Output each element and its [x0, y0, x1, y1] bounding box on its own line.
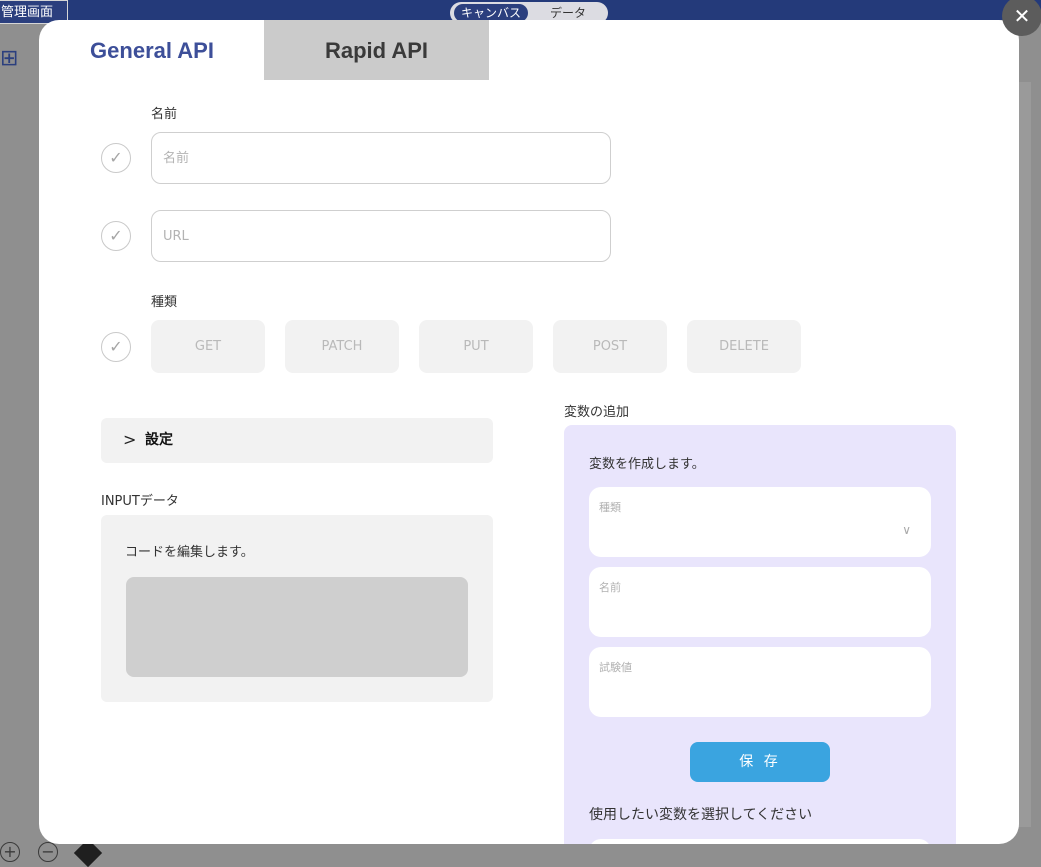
variable-test-value-field[interactable]: 試験値 — [589, 647, 931, 717]
tab-rapid-api[interactable]: Rapid API — [264, 20, 489, 80]
url-input[interactable] — [151, 210, 611, 262]
variable-type-select[interactable]: 種類 ∨ — [589, 487, 931, 557]
method-patch-button[interactable]: PATCH — [285, 320, 399, 373]
code-editor[interactable] — [126, 577, 468, 677]
check-circle-icon: ✓ — [101, 221, 131, 251]
variable-name-label: 名前 — [599, 581, 621, 594]
variable-type-label: 種類 — [599, 501, 621, 514]
chevron-down-icon: ∨ — [902, 523, 911, 537]
zoom-out-icon[interactable]: − — [38, 842, 58, 862]
variables-hint: 変数を作成します。 — [589, 457, 705, 472]
name-label: 名前 — [151, 107, 178, 122]
variables-title: 変数の追加 — [564, 405, 630, 420]
method-post-button[interactable]: POST — [553, 320, 667, 373]
tab-general-api[interactable]: General API — [57, 20, 247, 80]
input-data-panel: コードを編集します。 — [101, 515, 493, 702]
method-label: 種類 — [151, 295, 178, 310]
check-circle-icon: ✓ — [101, 143, 131, 173]
hierarchy-icon[interactable]: ⊞ — [0, 46, 18, 72]
method-put-button[interactable]: PUT — [419, 320, 533, 373]
settings-label: 設定 — [145, 432, 173, 448]
canvas-edge — [1018, 82, 1031, 827]
variable-test-value-label: 試験値 — [599, 661, 632, 674]
api-modal: General API Rapid API 名前 ✓ ✓ 種類 ✓ GET PA… — [39, 20, 1019, 844]
method-get-button[interactable]: GET — [151, 320, 265, 373]
variable-select-field[interactable] — [589, 839, 931, 844]
chevron-right-icon: > — [123, 430, 137, 449]
close-icon[interactable]: ✕ — [1002, 0, 1041, 36]
select-variable-hint: 使用したい変数を選択してください — [589, 807, 813, 823]
settings-accordion[interactable]: > 設定 — [101, 418, 493, 463]
name-input[interactable] — [151, 132, 611, 184]
variables-panel: 変数を作成します。 種類 ∨ 名前 試験値 保 存 使用したい変数を選択してくだ… — [564, 425, 956, 844]
code-edit-hint: コードを編集します。 — [125, 545, 254, 560]
zoom-in-icon[interactable]: + — [0, 842, 20, 862]
save-button[interactable]: 保 存 — [690, 742, 830, 782]
variable-name-field[interactable]: 名前 — [589, 567, 931, 637]
check-circle-icon: ✓ — [101, 332, 131, 362]
input-data-label: INPUTデータ — [101, 494, 179, 509]
method-delete-button[interactable]: DELETE — [687, 320, 801, 373]
